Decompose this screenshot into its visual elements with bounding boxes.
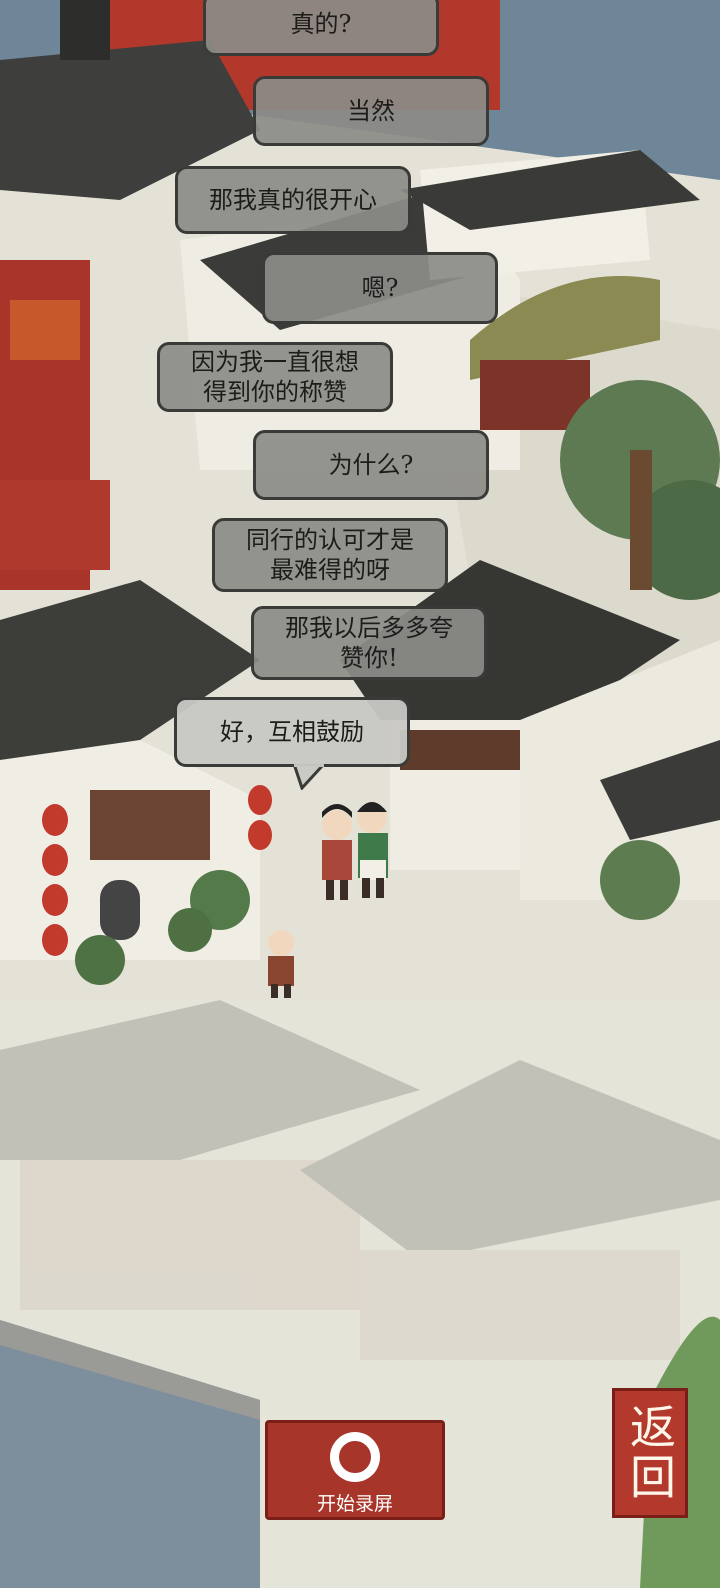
dialogue-bubble-9: 好，互相鼓励	[174, 697, 410, 767]
lantern-light	[10, 300, 80, 360]
speech-tail	[292, 764, 326, 790]
back-button[interactable]: 返回	[612, 1388, 688, 1518]
left-house-door	[100, 880, 140, 940]
pine-trunk	[630, 450, 652, 590]
dialogue-bubble-7: 同行的认可才是 最难得的呀	[212, 518, 448, 592]
left-house-window	[90, 790, 210, 860]
dialogue-bubble-5: 因为我一直很想 得到你的称赞	[157, 342, 393, 412]
dialogue-bubble-1: 真的?	[203, 0, 439, 56]
start-recording-button[interactable]: 开始录屏	[265, 1420, 445, 1520]
dialogue-bubble-8: 那我以后多多夸 赞你!	[251, 606, 487, 680]
dialogue-bubble-6: 为什么?	[253, 430, 489, 500]
game-scene	[0, 0, 720, 1588]
dialogue-bubble-2: 当然	[253, 76, 489, 146]
pavilion-finial	[60, 0, 110, 60]
lantern-base	[0, 480, 110, 570]
start-recording-label: 开始录屏	[316, 1493, 393, 1515]
dialogue-bubble-3: 那我真的很开心	[175, 166, 411, 234]
dialogue-bubble-4: 嗯?	[262, 252, 498, 324]
record-icon	[330, 1432, 380, 1482]
